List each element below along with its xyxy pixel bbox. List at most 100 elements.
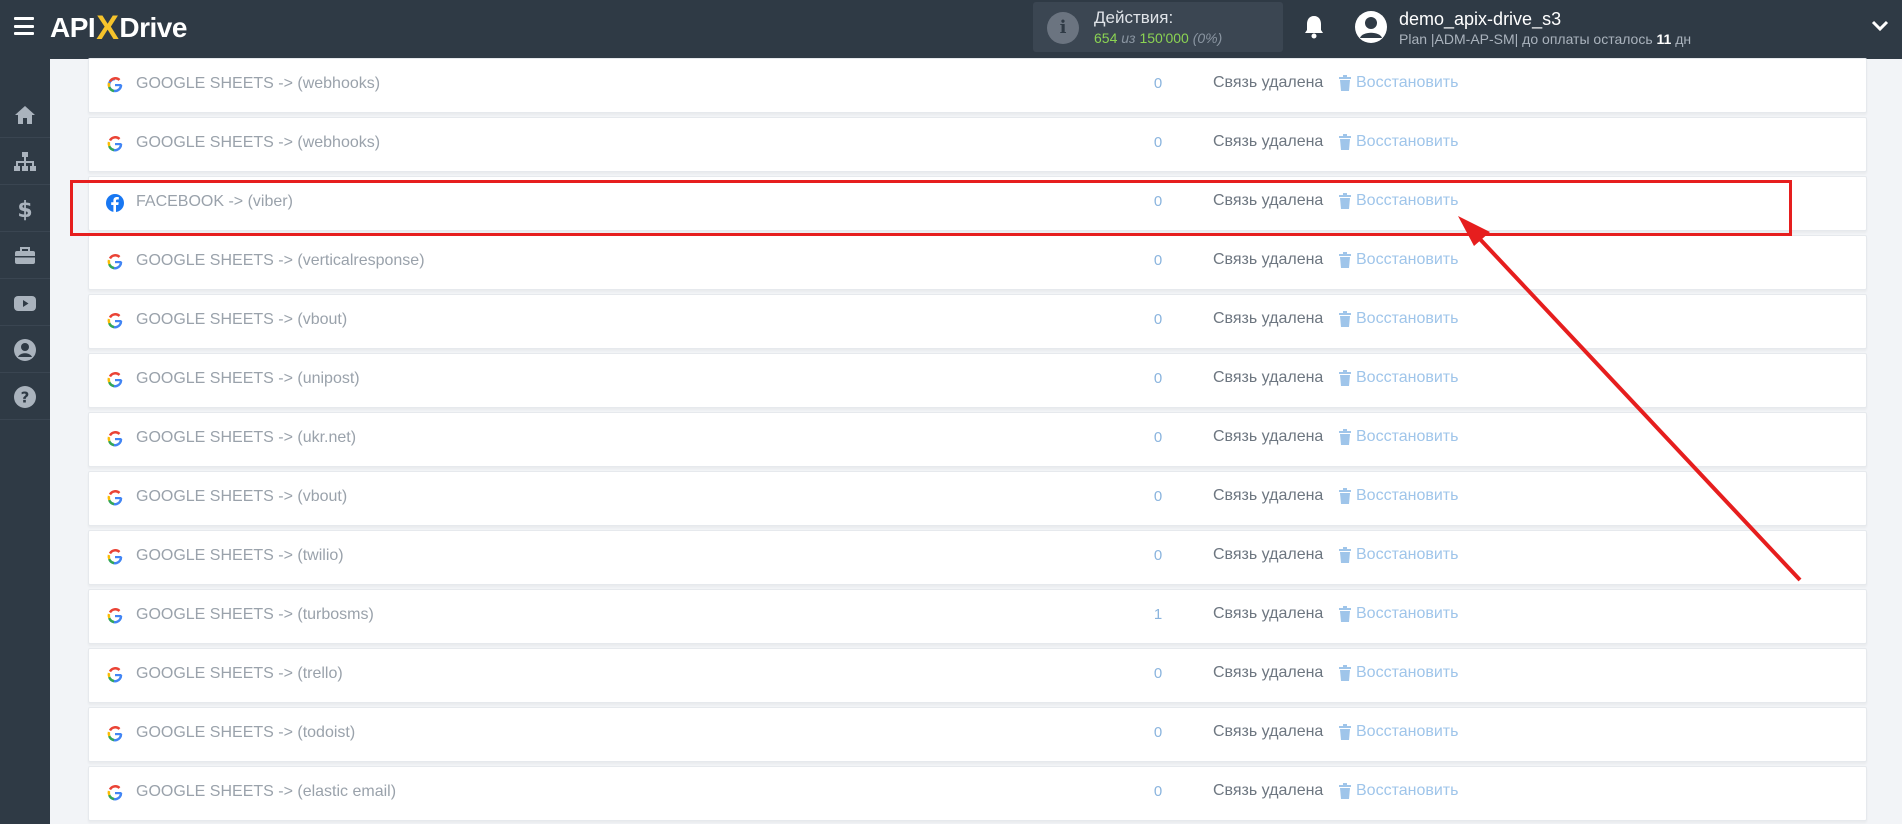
trash-icon [1339, 783, 1351, 799]
trash-icon [1339, 134, 1351, 150]
connection-count: 0 [1153, 724, 1163, 741]
google-icon [107, 431, 123, 447]
connection-name[interactable]: GOOGLE SHEETS -> (webhooks) [136, 75, 380, 93]
google-icon [107, 726, 123, 742]
sidebar-item-billing[interactable]: $ [0, 186, 50, 232]
sidebar-item-home[interactable] [0, 92, 50, 138]
connection-count: 0 [1153, 75, 1163, 92]
menu-icon[interactable] [14, 17, 34, 35]
connection-name[interactable]: GOOGLE SHEETS -> (trello) [136, 665, 343, 683]
connection-status: Связь удалена [1213, 664, 1324, 681]
home-icon [15, 105, 35, 124]
connection-count: 0 [1153, 783, 1163, 800]
connection-status: Связь удалена [1213, 487, 1324, 504]
logo[interactable]: API X Drive [50, 9, 187, 47]
facebook-icon [106, 194, 124, 212]
restore-button[interactable]: Восстановить [1338, 605, 1458, 623]
chevron-down-icon[interactable] [1870, 18, 1890, 34]
table-row: GOOGLE SHEETS -> (ukr.net) 0 Связь удале… [88, 412, 1867, 467]
actions-counter: i Действия: 654 из 150'000 (0%) [1033, 2, 1283, 52]
restore-button[interactable]: Восстановить [1338, 369, 1458, 387]
sitemap-icon [14, 151, 36, 171]
connection-status: Связь удалена [1213, 605, 1324, 622]
info-icon: i [1047, 12, 1079, 44]
bell-icon[interactable] [1302, 14, 1326, 40]
youtube-icon [14, 295, 36, 311]
connection-name[interactable]: GOOGLE SHEETS -> (ukr.net) [136, 429, 356, 447]
trash-icon [1339, 606, 1351, 622]
restore-button[interactable]: Восстановить [1338, 487, 1458, 505]
connection-name[interactable]: GOOGLE SHEETS -> (todoist) [136, 724, 355, 742]
google-icon [107, 136, 123, 152]
trash-icon [1339, 429, 1351, 445]
connection-status: Связь удалена [1213, 310, 1324, 327]
restore-button[interactable]: Восстановить [1338, 782, 1458, 800]
connection-name[interactable]: GOOGLE SHEETS -> (elastic email) [136, 783, 396, 801]
google-icon [107, 254, 123, 270]
connection-status: Связь удалена [1213, 782, 1324, 799]
connection-count: 0 [1153, 134, 1163, 151]
avatar[interactable] [1354, 10, 1388, 44]
connection-name[interactable]: GOOGLE SHEETS -> (webhooks) [136, 134, 380, 152]
connection-count: 0 [1153, 311, 1163, 328]
trash-icon [1339, 252, 1351, 268]
sidebar: $ ? [0, 59, 50, 824]
restore-button[interactable]: Восстановить [1338, 74, 1458, 92]
restore-button[interactable]: Восстановить [1338, 310, 1458, 328]
connection-count: 0 [1153, 193, 1163, 210]
connection-name[interactable]: GOOGLE SHEETS -> (turbosms) [136, 606, 374, 624]
trash-icon [1339, 311, 1351, 327]
plan-info: Plan |ADM-AP-SM| до оплаты осталось 11 д… [1399, 31, 1692, 47]
table-row: GOOGLE SHEETS -> (vbout) 0 Связь удалена… [88, 294, 1867, 349]
table-row: GOOGLE SHEETS -> (elastic email) 0 Связь… [88, 766, 1867, 821]
user-circle-icon [14, 338, 36, 361]
table-row: GOOGLE SHEETS -> (verticalresponse) 0 Св… [88, 235, 1867, 290]
restore-button[interactable]: Восстановить [1338, 428, 1458, 446]
svg-text:?: ? [21, 388, 30, 406]
table-row: FACEBOOK -> (viber) 0 Связь удалена Восс… [88, 176, 1867, 231]
username[interactable]: demo_apix-drive_s3 [1399, 9, 1561, 30]
sidebar-item-profile[interactable] [0, 327, 50, 373]
connection-name[interactable]: GOOGLE SHEETS -> (unipost) [136, 370, 360, 388]
google-icon [107, 313, 123, 329]
sidebar-item-connections[interactable] [0, 139, 50, 185]
trash-icon [1339, 370, 1351, 386]
google-icon [107, 77, 123, 93]
table-row: GOOGLE SHEETS -> (webhooks) 0 Связь удал… [88, 117, 1867, 172]
sidebar-item-video[interactable] [0, 280, 50, 326]
connection-count: 0 [1153, 488, 1163, 505]
svg-text:$: $ [17, 198, 32, 221]
actions-count: 654 из 150'000 (0%) [1094, 30, 1223, 46]
connection-status: Связь удалена [1213, 251, 1324, 268]
table-row: GOOGLE SHEETS -> (webhooks) 0 Связь удал… [88, 58, 1867, 113]
connection-name[interactable]: FACEBOOK -> (viber) [136, 193, 293, 211]
connection-name[interactable]: GOOGLE SHEETS -> (vbout) [136, 311, 347, 329]
google-icon [107, 667, 123, 683]
connection-name[interactable]: GOOGLE SHEETS -> (twilio) [136, 547, 344, 565]
trash-icon [1339, 547, 1351, 563]
table-row: GOOGLE SHEETS -> (unipost) 0 Связь удале… [88, 353, 1867, 408]
restore-button[interactable]: Восстановить [1338, 192, 1458, 210]
restore-button[interactable]: Восстановить [1338, 723, 1458, 741]
connection-status: Связь удалена [1213, 428, 1324, 445]
sidebar-item-tools[interactable] [0, 233, 50, 279]
google-icon [107, 549, 123, 565]
table-row: GOOGLE SHEETS -> (vbout) 0 Связь удалена… [88, 471, 1867, 526]
google-icon [107, 608, 123, 624]
google-icon [107, 490, 123, 506]
connection-count: 1 [1153, 606, 1163, 623]
trash-icon [1339, 75, 1351, 91]
help-icon: ? [14, 385, 36, 408]
connection-count: 0 [1153, 252, 1163, 269]
connection-count: 0 [1153, 370, 1163, 387]
restore-button[interactable]: Восстановить [1338, 133, 1458, 151]
google-icon [107, 785, 123, 801]
restore-button[interactable]: Восстановить [1338, 546, 1458, 564]
restore-button[interactable]: Восстановить [1338, 664, 1458, 682]
connection-status: Связь удалена [1213, 723, 1324, 740]
connection-name[interactable]: GOOGLE SHEETS -> (verticalresponse) [136, 252, 425, 270]
connection-name[interactable]: GOOGLE SHEETS -> (vbout) [136, 488, 347, 506]
connection-count: 0 [1153, 547, 1163, 564]
sidebar-item-help[interactable]: ? [0, 374, 50, 420]
restore-button[interactable]: Восстановить [1338, 251, 1458, 269]
